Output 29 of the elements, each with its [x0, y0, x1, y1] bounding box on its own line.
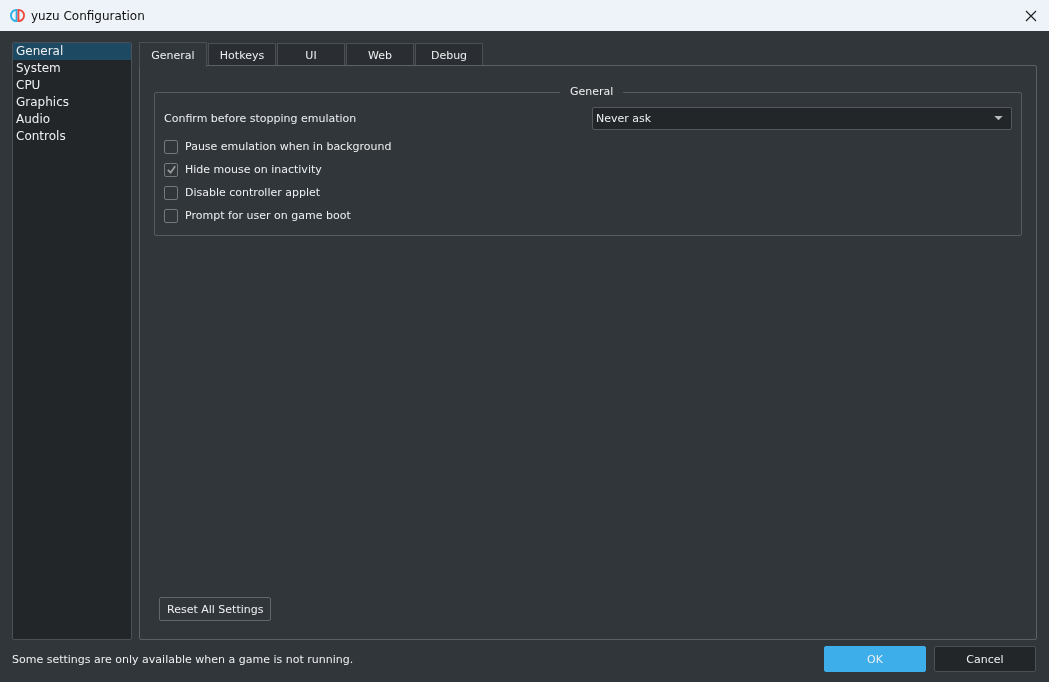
- checkbox[interactable]: [164, 185, 178, 200]
- sidebar-item[interactable]: General: [13, 43, 131, 60]
- dropdown[interactable]: Never ask: [592, 107, 1012, 130]
- caret-icon: [994, 116, 1003, 121]
- sidebar-item[interactable]: System: [13, 60, 131, 77]
- sidebar-item[interactable]: CPU: [13, 77, 131, 94]
- checkbox-label: Hide mouse on inactivity: [185, 163, 322, 176]
- group-title: General: [560, 85, 624, 98]
- sidebar-item[interactable]: Graphics: [13, 94, 131, 111]
- checkbox[interactable]: [164, 162, 178, 177]
- checkbox-label: Pause emulation when in background: [185, 140, 392, 153]
- checkbox-label: Prompt for user on game boot: [185, 209, 351, 222]
- tab[interactable]: Debug: [415, 43, 483, 66]
- checkbox-label: Disable controller applet: [185, 186, 321, 199]
- checkbox[interactable]: [164, 139, 178, 154]
- tab[interactable]: Hotkeys: [208, 43, 276, 66]
- reset-button[interactable]: Reset All Settings: [159, 597, 272, 621]
- close-icon[interactable]: [1025, 9, 1037, 22]
- tab[interactable]: General: [139, 42, 207, 67]
- sidebar-item[interactable]: Audio: [13, 111, 131, 128]
- sidebar-item[interactable]: Controls: [13, 128, 131, 145]
- footer-note: Some settings are only available when a game is not running.: [12, 652, 354, 666]
- window-title: yuzu Configuration: [31, 8, 146, 23]
- tab[interactable]: Web: [346, 43, 414, 66]
- confirm-label: Confirm before stopping emulation: [164, 112, 357, 125]
- logo-icon: [10, 8, 25, 23]
- tab[interactable]: UI: [277, 43, 345, 66]
- cancel-button[interactable]: Cancel: [934, 646, 1036, 672]
- checkbox[interactable]: [164, 208, 178, 223]
